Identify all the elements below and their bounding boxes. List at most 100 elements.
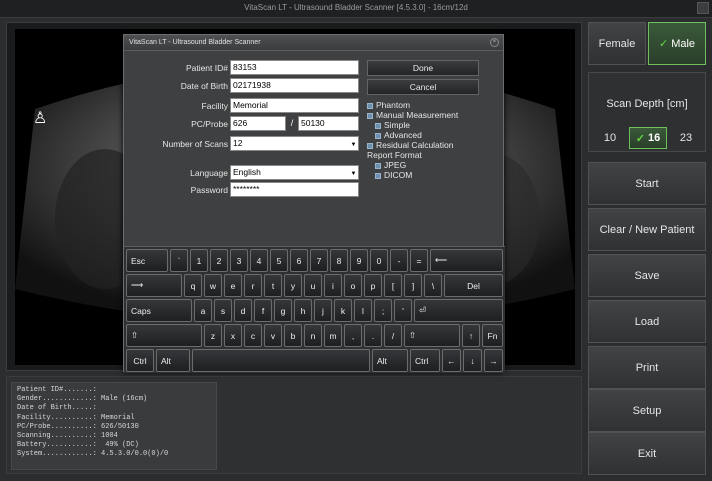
key-t[interactable]: t: [264, 274, 282, 297]
cancel-button[interactable]: Cancel: [367, 79, 479, 95]
key-fn[interactable]: Fn: [482, 324, 503, 347]
residual-calculation-option[interactable]: Residual Calculation: [367, 141, 454, 150]
key-arrow-up[interactable]: ↑: [462, 324, 480, 347]
key-q[interactable]: q: [184, 274, 202, 297]
option-label: JPEG: [384, 160, 407, 170]
depth-option-23[interactable]: 23: [667, 127, 705, 149]
key-shift-right[interactable]: ⇧: [404, 324, 460, 347]
key-a[interactable]: a: [194, 299, 212, 322]
key-minus[interactable]: -: [390, 249, 408, 272]
start-button[interactable]: Start: [588, 162, 706, 205]
probe-field[interactable]: 50130: [298, 116, 359, 131]
manual-measurement-option[interactable]: Manual Measurement: [367, 111, 458, 120]
simple-option[interactable]: Simple: [375, 121, 410, 130]
key-backtick[interactable]: `: [170, 249, 188, 272]
key-9[interactable]: 9: [350, 249, 368, 272]
key-d[interactable]: d: [234, 299, 252, 322]
key-4[interactable]: 4: [250, 249, 268, 272]
key-alt-left[interactable]: Alt: [156, 349, 190, 372]
key-backslash[interactable]: \: [424, 274, 442, 297]
key-y[interactable]: y: [284, 274, 302, 297]
key-period[interactable]: .: [364, 324, 382, 347]
clear-new-patient-button[interactable]: Clear / New Patient: [588, 208, 706, 251]
key-esc[interactable]: Esc: [126, 249, 168, 272]
key-5[interactable]: 5: [270, 249, 288, 272]
key-8[interactable]: 8: [330, 249, 348, 272]
key-g[interactable]: g: [274, 299, 292, 322]
key-b[interactable]: b: [284, 324, 302, 347]
key-i[interactable]: i: [324, 274, 342, 297]
language-value: English: [233, 167, 261, 177]
advanced-option[interactable]: Advanced: [375, 131, 422, 140]
key-del[interactable]: Del: [444, 274, 503, 297]
key-space[interactable]: [192, 349, 370, 372]
key-3[interactable]: 3: [230, 249, 248, 272]
key-c[interactable]: c: [244, 324, 262, 347]
key-tab[interactable]: ⟶: [126, 274, 182, 297]
key-e[interactable]: e: [224, 274, 242, 297]
key-v[interactable]: v: [264, 324, 282, 347]
key-arrow-right[interactable]: →: [484, 349, 503, 372]
dob-field[interactable]: 02171938: [230, 78, 359, 93]
key-x[interactable]: x: [224, 324, 242, 347]
key-l[interactable]: l: [354, 299, 372, 322]
phantom-option[interactable]: Phantom: [367, 101, 410, 110]
key-2[interactable]: 2: [210, 249, 228, 272]
key-ctrl-left[interactable]: Ctrl: [126, 349, 154, 372]
key-shift-left[interactable]: ⇧: [126, 324, 202, 347]
patient-id-field[interactable]: 83153: [230, 60, 359, 75]
key-backspace[interactable]: ⟵: [430, 249, 503, 272]
setup-button[interactable]: Setup: [588, 389, 706, 432]
done-button[interactable]: Done: [367, 60, 479, 76]
num-scans-select[interactable]: 12 ▼: [230, 136, 359, 151]
key-0[interactable]: 0: [370, 249, 388, 272]
key-open-bracket[interactable]: [: [384, 274, 402, 297]
key-j[interactable]: j: [314, 299, 332, 322]
key-caps[interactable]: Caps: [126, 299, 192, 322]
key-comma[interactable]: ,: [344, 324, 362, 347]
minimize-button[interactable]: [697, 2, 709, 14]
female-button[interactable]: Female: [588, 22, 646, 65]
dicom-option[interactable]: DICOM: [375, 171, 412, 180]
key-h[interactable]: h: [294, 299, 312, 322]
pc-field[interactable]: 626: [230, 116, 286, 131]
key-semicolon[interactable]: ;: [374, 299, 392, 322]
key-arrow-left[interactable]: ←: [442, 349, 461, 372]
key-enter[interactable]: ⏎: [414, 299, 503, 322]
depth-option-16[interactable]: ✓ 16: [629, 127, 667, 149]
key-m[interactable]: m: [324, 324, 342, 347]
depth-option-10[interactable]: 10: [591, 127, 629, 149]
load-button[interactable]: Load: [588, 300, 706, 343]
key-n[interactable]: n: [304, 324, 322, 347]
key-quote[interactable]: ': [394, 299, 412, 322]
key-7[interactable]: 7: [310, 249, 328, 272]
key-equals[interactable]: =: [410, 249, 428, 272]
key-6[interactable]: 6: [290, 249, 308, 272]
password-field[interactable]: ********: [230, 182, 359, 197]
male-button[interactable]: ✓ Male: [648, 22, 706, 65]
key-s[interactable]: s: [214, 299, 232, 322]
dob-label: Date of Birth: [180, 81, 228, 91]
key-close-bracket[interactable]: ]: [404, 274, 422, 297]
key-r[interactable]: r: [244, 274, 262, 297]
key-p[interactable]: p: [364, 274, 382, 297]
key-k[interactable]: k: [334, 299, 352, 322]
key-1[interactable]: 1: [190, 249, 208, 272]
key-arrow-down[interactable]: ↓: [463, 349, 482, 372]
key-slash[interactable]: /: [384, 324, 402, 347]
jpeg-option[interactable]: JPEG: [375, 161, 406, 170]
key-f[interactable]: f: [254, 299, 272, 322]
key-ctrl-right[interactable]: Ctrl: [410, 349, 440, 372]
key-alt-right[interactable]: Alt: [372, 349, 408, 372]
language-select[interactable]: English ▼: [230, 165, 359, 180]
key-u[interactable]: u: [304, 274, 322, 297]
close-icon[interactable]: ×: [490, 38, 499, 47]
key-w[interactable]: w: [204, 274, 222, 297]
depth-label: 10: [603, 132, 617, 144]
print-button[interactable]: Print: [588, 346, 706, 389]
key-z[interactable]: z: [204, 324, 222, 347]
save-button[interactable]: Save: [588, 254, 706, 297]
key-o[interactable]: o: [344, 274, 362, 297]
exit-button[interactable]: Exit: [588, 432, 706, 475]
facility-field[interactable]: Memorial: [230, 98, 359, 113]
